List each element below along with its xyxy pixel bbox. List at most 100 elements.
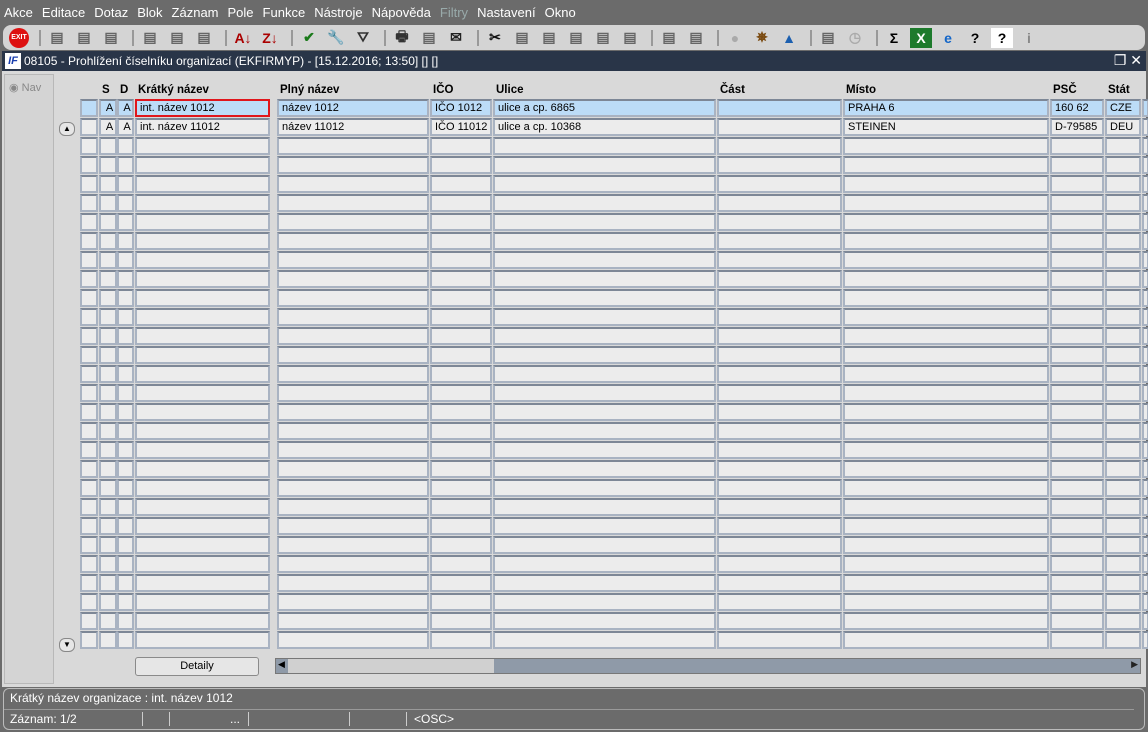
cell-8[interactable] [1050, 384, 1104, 402]
list-icon[interactable]: ▤ [592, 28, 614, 48]
cell-8[interactable] [1050, 327, 1104, 345]
cell-3[interactable] [277, 574, 429, 592]
cell-2[interactable] [135, 479, 270, 497]
row-selector[interactable] [80, 365, 98, 383]
cell-6[interactable] [717, 422, 842, 440]
cell-0[interactable] [99, 251, 117, 269]
cell-6[interactable] [717, 308, 842, 326]
cell-1[interactable] [117, 175, 134, 193]
wheel-icon[interactable]: ✵ [751, 28, 773, 48]
cell-7[interactable] [843, 536, 1049, 554]
cell-3[interactable] [277, 612, 429, 630]
cell-0[interactable] [99, 384, 117, 402]
cell-0[interactable] [99, 612, 117, 630]
cell-0[interactable] [99, 403, 117, 421]
cell-9[interactable] [1105, 232, 1141, 250]
cell-3[interactable] [277, 232, 429, 250]
cell-8[interactable] [1050, 498, 1104, 516]
cell-8[interactable] [1050, 574, 1104, 592]
cell-1[interactable] [117, 422, 134, 440]
cell-9[interactable] [1105, 270, 1141, 288]
cell-1[interactable] [117, 251, 134, 269]
cell-3[interactable] [277, 441, 429, 459]
cell-1[interactable] [117, 631, 134, 649]
excel-icon[interactable]: X [910, 27, 932, 48]
cell-3[interactable] [277, 555, 429, 573]
cell-2[interactable] [135, 346, 270, 364]
row-selector[interactable] [80, 232, 98, 250]
cell-1[interactable] [117, 498, 134, 516]
cell-1[interactable] [117, 156, 134, 174]
cell-5[interactable] [493, 213, 716, 231]
cell-6[interactable] [717, 213, 842, 231]
cell-0[interactable] [99, 574, 117, 592]
cell-9[interactable] [1105, 137, 1141, 155]
cell-0[interactable] [99, 498, 117, 516]
print-setup-icon[interactable]: ▤ [418, 28, 440, 48]
cell-4[interactable] [430, 327, 492, 345]
cell-4[interactable] [430, 289, 492, 307]
cell-8[interactable] [1050, 631, 1104, 649]
cell-6[interactable] [717, 536, 842, 554]
row-selector[interactable] [80, 213, 98, 231]
cell-1[interactable] [117, 441, 134, 459]
cell-1[interactable] [117, 555, 134, 573]
cell-0[interactable] [99, 270, 117, 288]
cell-2[interactable] [135, 593, 270, 611]
cell-8[interactable] [1050, 365, 1104, 383]
row-selector[interactable] [80, 593, 98, 611]
menu-6[interactable]: Funkce [263, 5, 306, 20]
cell-7[interactable] [843, 308, 1049, 326]
row-selector[interactable] [80, 384, 98, 402]
cell-5[interactable] [493, 555, 716, 573]
cell-6[interactable] [717, 194, 842, 212]
delete-record-icon[interactable]: ▤ [100, 28, 122, 48]
restore-icon[interactable]: ❐ [1114, 52, 1127, 68]
cell-6[interactable] [717, 289, 842, 307]
cell-9[interactable] [1105, 631, 1141, 649]
cell-8[interactable] [1050, 403, 1104, 421]
row-selector[interactable] [80, 517, 98, 535]
cell-4[interactable] [430, 612, 492, 630]
cell-9[interactable] [1105, 156, 1141, 174]
export-icon[interactable]: ▤ [658, 28, 680, 48]
clock-icon[interactable]: ◷ [844, 28, 866, 48]
menu-3[interactable]: Blok [137, 5, 162, 20]
row-selector[interactable] [80, 251, 98, 269]
cell-8[interactable] [1050, 555, 1104, 573]
row-selector[interactable] [80, 498, 98, 516]
row-selector[interactable] [80, 156, 98, 174]
tree-icon[interactable]: ▤ [619, 28, 641, 48]
cell-0[interactable] [99, 308, 117, 326]
cell-5[interactable]: ulice a cp. 6865 [493, 99, 716, 117]
cell-8[interactable] [1050, 270, 1104, 288]
document-icon[interactable]: ▤ [685, 28, 707, 48]
cell-9[interactable] [1105, 175, 1141, 193]
cell-5[interactable] [493, 384, 716, 402]
cell-2[interactable] [135, 308, 270, 326]
cell-0[interactable] [99, 232, 117, 250]
cell-4[interactable] [430, 498, 492, 516]
row-selector[interactable] [80, 99, 98, 117]
cell-9[interactable] [1105, 574, 1141, 592]
cell-1[interactable] [117, 593, 134, 611]
cell-5[interactable] [493, 517, 716, 535]
cell-8[interactable] [1050, 460, 1104, 478]
cell-2[interactable] [135, 175, 270, 193]
cell-5[interactable] [493, 137, 716, 155]
cell-4[interactable] [430, 270, 492, 288]
cell-0[interactable] [99, 346, 117, 364]
cell-5[interactable] [493, 612, 716, 630]
cell-3[interactable]: název 1012 [277, 99, 429, 117]
cell-2[interactable] [135, 574, 270, 592]
scroll-thumb[interactable] [288, 659, 494, 673]
cell-4[interactable] [430, 403, 492, 421]
cell-4[interactable] [430, 441, 492, 459]
cell-9[interactable] [1105, 612, 1141, 630]
cell-8[interactable] [1050, 612, 1104, 630]
cell-5[interactable] [493, 232, 716, 250]
row-selector[interactable] [80, 403, 98, 421]
menu-4[interactable]: Záznam [172, 5, 219, 20]
cell-6[interactable] [717, 156, 842, 174]
cell-7[interactable] [843, 422, 1049, 440]
